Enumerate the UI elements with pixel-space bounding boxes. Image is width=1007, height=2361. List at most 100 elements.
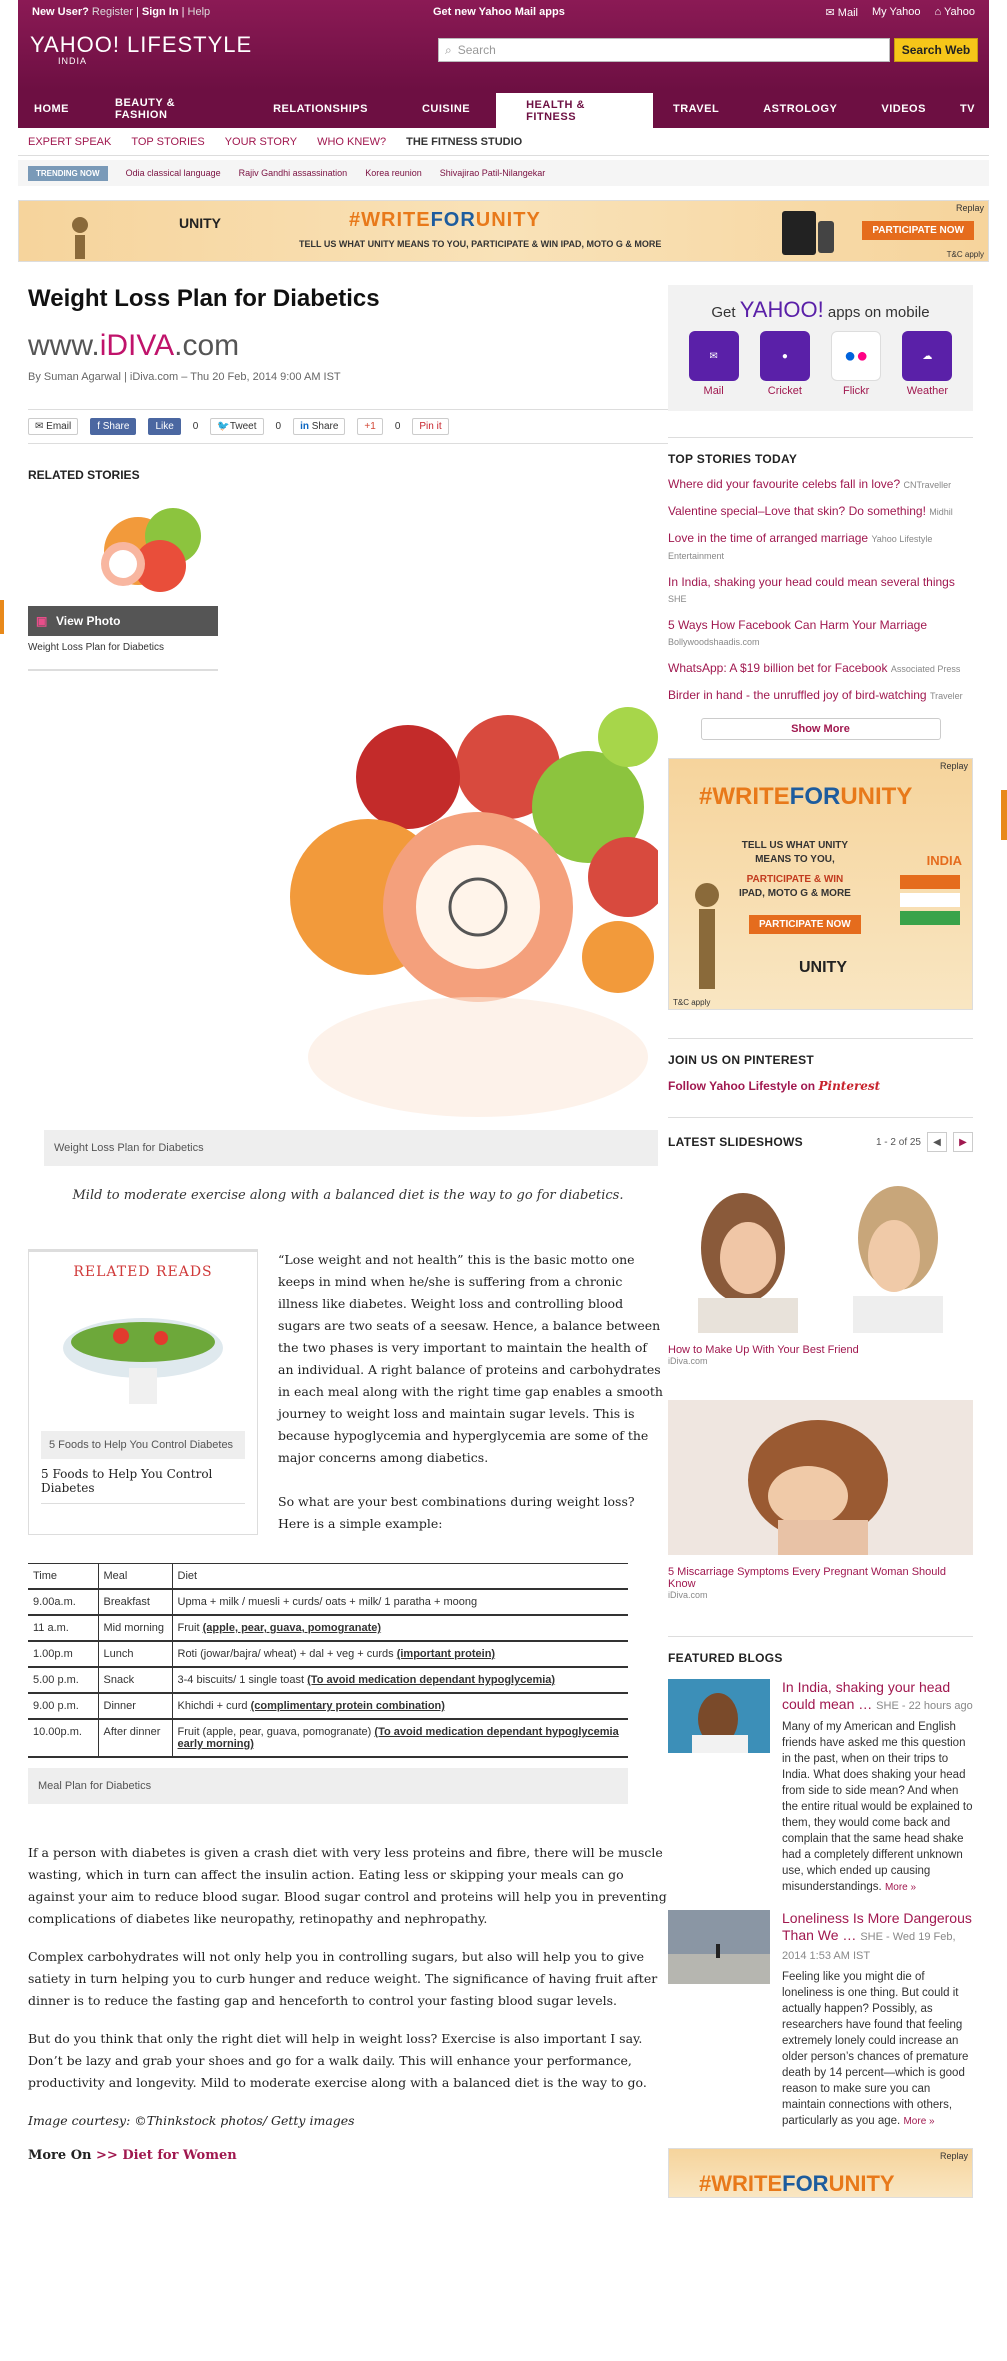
unity-banner-ad[interactable]: UNITY #WRITEFORUNITY TELL US WHAT UNITY … bbox=[18, 200, 989, 262]
app-label: Flickr bbox=[842, 385, 870, 397]
yahoo-home-link[interactable]: ⌂ Yahoo bbox=[934, 6, 975, 19]
blog-more-link[interactable]: More » bbox=[903, 2116, 934, 2127]
pinterest-follow-link[interactable]: Follow Yahoo Lifestyle on Pinterest bbox=[668, 1079, 973, 1093]
email-share-button[interactable]: ✉ Email bbox=[28, 418, 79, 435]
my-yahoo-link[interactable]: My Yahoo bbox=[872, 6, 921, 19]
app-weather[interactable]: ☁ Weather bbox=[902, 331, 953, 397]
site-logo[interactable]: YAHOO! LIFESTYLE INDIA bbox=[30, 32, 253, 66]
next-arrow-icon[interactable]: ▶ bbox=[953, 1132, 973, 1152]
app-mail[interactable]: ✉ Mail bbox=[688, 331, 739, 397]
register-link[interactable]: Register bbox=[92, 6, 133, 18]
facebook-like-button[interactable]: Like bbox=[148, 418, 181, 435]
story-link[interactable]: Valentine special–Love that skin? Do som… bbox=[668, 503, 973, 520]
tweet-button[interactable]: 🐦Tweet bbox=[210, 418, 264, 435]
related-reads-box[interactable]: RELATED READS 5 Foods to Help You Contro… bbox=[28, 1249, 258, 1535]
subnav-who-knew[interactable]: WHO KNEW? bbox=[317, 136, 386, 148]
blog-thumb-man[interactable] bbox=[668, 1679, 770, 1753]
related-photo-caption[interactable]: Weight Loss Plan for Diabetics bbox=[28, 642, 218, 671]
ad-participate-button[interactable]: PARTICIPATE NOW bbox=[749, 915, 861, 934]
nav-relationships[interactable]: RELATIONSHIPS bbox=[245, 90, 396, 128]
pinterest-button[interactable]: Pin it bbox=[412, 418, 449, 435]
show-more-button[interactable]: Show More bbox=[700, 718, 941, 740]
related-photo-thumb[interactable]: ▣ View Photo bbox=[28, 496, 218, 636]
slide-image-friends[interactable] bbox=[668, 1178, 973, 1333]
mail-promo-link[interactable]: Get new Yahoo Mail apps bbox=[433, 6, 565, 18]
edge-tab-left[interactable] bbox=[0, 600, 4, 634]
slide-image-woman[interactable] bbox=[668, 1400, 973, 1575]
story-link[interactable]: Where did your favourite celebs fall in … bbox=[668, 476, 973, 493]
nav-astrology[interactable]: ASTROLOGY bbox=[739, 90, 861, 128]
app-flickr[interactable]: ● ● Flickr bbox=[831, 331, 882, 397]
sign-in-link[interactable]: Sign In bbox=[142, 6, 179, 18]
participate-now-button[interactable]: PARTICIPATE NOW bbox=[862, 221, 974, 240]
diet-for-women-link[interactable]: >> Diet for Women bbox=[96, 2148, 237, 2163]
banner-replay[interactable]: Replay bbox=[956, 203, 984, 213]
search-input[interactable]: ⌕ Search bbox=[438, 38, 890, 62]
trending-label: TRENDING NOW bbox=[28, 165, 108, 181]
search-bar: ⌕ Search Search Web bbox=[438, 38, 978, 62]
prev-arrow-icon[interactable]: ◀ bbox=[927, 1132, 947, 1152]
trending-item[interactable]: Odia classical language bbox=[126, 168, 221, 178]
story-link[interactable]: In India, shaking your head could mean s… bbox=[668, 574, 973, 607]
statue-icon bbox=[695, 883, 719, 989]
facebook-share-button[interactable]: f Share bbox=[90, 418, 137, 435]
story-link[interactable]: Love in the time of arranged marriage Ya… bbox=[668, 530, 973, 564]
unity-bottom-ad[interactable]: Replay #WRITEFORUNITY bbox=[668, 2148, 973, 2198]
subnav-expert-speak[interactable]: EXPERT SPEAK bbox=[28, 136, 111, 148]
paragraph: Complex carbohydrates will not only help… bbox=[28, 1949, 658, 2008]
slide-title: 5 Miscarriage Symptoms Every Pregnant Wo… bbox=[668, 1566, 946, 1590]
unity-side-ad[interactable]: Replay #WRITEFORUNITY TELL US WHAT UNITY… bbox=[668, 758, 973, 1010]
slide-caption-link[interactable]: How to Make Up With Your Best Friend iDiv… bbox=[668, 1344, 973, 1366]
story-link[interactable]: WhatsApp: A $19 billion bet for Facebook… bbox=[668, 660, 973, 677]
nav-home[interactable]: HOME bbox=[18, 90, 85, 128]
google-plus-button[interactable]: +1 bbox=[357, 418, 383, 435]
subnav-top-stories[interactable]: TOP STORIES bbox=[131, 136, 204, 148]
ad-replay[interactable]: Replay bbox=[940, 2151, 968, 2161]
blog-title-link[interactable]: In India, shaking your head could mean …… bbox=[782, 1679, 973, 1715]
nav-tv[interactable]: TV bbox=[946, 90, 989, 128]
source-logo[interactable]: www.iDIVA.com bbox=[28, 329, 668, 363]
nav-health-fitness[interactable]: HEALTH & FITNESS bbox=[496, 90, 653, 128]
mail-link[interactable]: ✉ Mail bbox=[826, 6, 858, 19]
nav-travel[interactable]: TRAVEL bbox=[653, 90, 739, 128]
trending-item[interactable]: Rajiv Gandhi assassination bbox=[239, 168, 348, 178]
view-photo-button[interactable]: ▣ View Photo bbox=[28, 606, 218, 636]
edge-tab-right[interactable] bbox=[1001, 790, 1007, 840]
help-link[interactable]: Help bbox=[188, 6, 211, 18]
blog-title-link[interactable]: Loneliness Is More Dangerous Than We … S… bbox=[782, 1910, 973, 1965]
ad-line: IPAD, MOTO G & MORE bbox=[739, 888, 851, 899]
statue-icon bbox=[72, 217, 88, 259]
slide-source: iDiva.com bbox=[668, 1590, 708, 1600]
nav-beauty-fashion[interactable]: BEAUTY & FASHION bbox=[85, 90, 245, 128]
blog-thumb-lonely[interactable] bbox=[668, 1910, 770, 1984]
logo-text: YAHOO! LIFESTYLE bbox=[30, 32, 253, 57]
subnav-your-story[interactable]: YOUR STORY bbox=[225, 136, 297, 148]
app-cricket[interactable]: ● Cricket bbox=[759, 331, 810, 397]
linkedin-share-button[interactable]: in Share bbox=[293, 418, 346, 435]
table-row: 10.00p.m. After dinner Fruit (apple, pea… bbox=[28, 1719, 628, 1758]
cricket-app-icon: ● bbox=[759, 331, 810, 381]
trending-item[interactable]: Shivajirao Patil-Nilangekar bbox=[440, 168, 546, 178]
facebook-share-label: Share bbox=[102, 421, 130, 432]
story-link[interactable]: Birder in hand - the unruffled joy of bi… bbox=[668, 687, 973, 704]
ad-headline: #WRITEFORUNITY bbox=[699, 2171, 895, 2197]
table-caption: Meal Plan for Diabetics bbox=[28, 1768, 628, 1804]
story-link[interactable]: 5 Ways How Facebook Can Harm Your Marria… bbox=[668, 617, 973, 650]
nav-videos[interactable]: VIDEOS bbox=[861, 90, 946, 128]
story-source: Midhil bbox=[929, 507, 953, 517]
ad-tc: T&C apply bbox=[673, 998, 711, 1007]
search-icon: ⌕ bbox=[445, 42, 452, 57]
cell-meal: Breakfast bbox=[97, 1589, 172, 1616]
slide-caption-link[interactable]: 5 Miscarriage Symptoms Every Pregnant Wo… bbox=[668, 1566, 973, 1600]
search-web-button[interactable]: Search Web bbox=[894, 38, 978, 62]
ad-replay[interactable]: Replay bbox=[940, 761, 968, 771]
blog-more-link[interactable]: More » bbox=[885, 1882, 916, 1893]
header-diet: Diet bbox=[171, 1563, 628, 1590]
nav-cuisine[interactable]: CUISINE bbox=[396, 90, 496, 128]
blog-content: In India, shaking your head could mean …… bbox=[782, 1679, 973, 1896]
related-reads-title[interactable]: 5 Foods to Help You Control Diabetes bbox=[41, 1467, 245, 1504]
right-rail: Get YAHOO! apps on mobile ✉ Mail ● Cricket… bbox=[668, 285, 973, 2198]
subnav-fitness-studio[interactable]: THE FITNESS STUDIO bbox=[406, 136, 522, 148]
body-section: RELATED READS 5 Foods to Help You Contro… bbox=[28, 1249, 668, 1535]
trending-item[interactable]: Korea reunion bbox=[365, 168, 422, 178]
